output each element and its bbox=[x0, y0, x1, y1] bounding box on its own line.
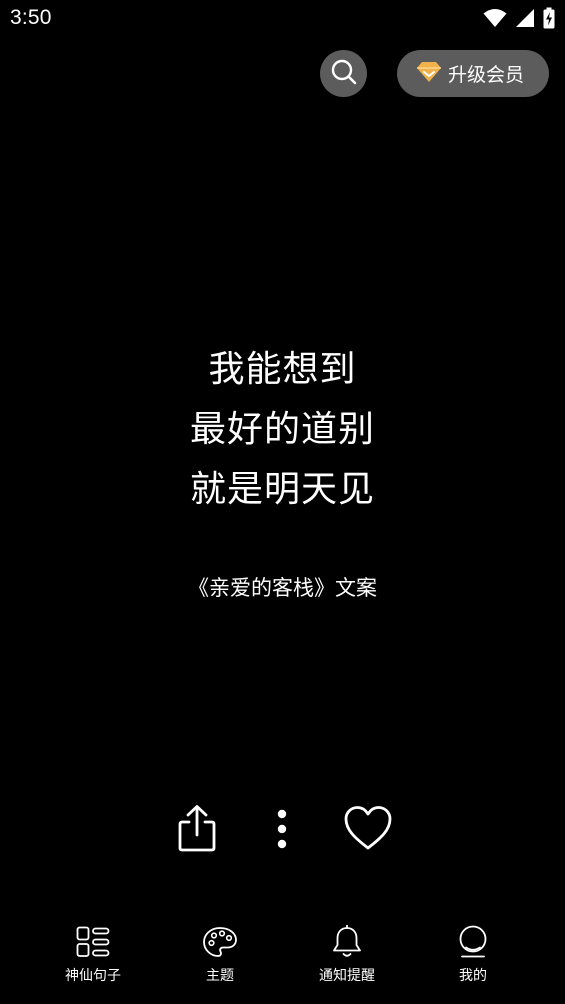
share-icon bbox=[175, 804, 219, 856]
quote-text: 我能想到 最好的道别 就是明天见 bbox=[0, 340, 565, 520]
upgrade-vip-label: 升级会员 bbox=[448, 64, 525, 86]
quote-source: 《亲爱的客栈》文案 bbox=[188, 576, 377, 600]
nav-label: 神仙句子 bbox=[65, 968, 121, 984]
heart-icon bbox=[343, 805, 393, 855]
nav-item-notifications[interactable]: 通知提醒 bbox=[297, 923, 397, 989]
nav-item-profile[interactable]: 我的 bbox=[423, 923, 523, 989]
quote-line: 最好的道别 bbox=[189, 409, 375, 450]
status-time: 3:50 bbox=[10, 6, 52, 29]
more-button[interactable] bbox=[268, 806, 296, 856]
status-icons bbox=[483, 7, 555, 29]
profile-icon bbox=[457, 923, 489, 961]
nav-label: 通知提醒 bbox=[319, 968, 375, 984]
upgrade-vip-button[interactable]: 升级会员 bbox=[397, 50, 549, 97]
cell-signal-icon bbox=[515, 8, 535, 28]
share-button[interactable] bbox=[172, 804, 222, 856]
palette-icon bbox=[202, 923, 238, 961]
nav-label: 我的 bbox=[459, 968, 487, 984]
search-icon bbox=[330, 58, 358, 90]
nav-item-sentences[interactable]: 神仙句子 bbox=[43, 923, 143, 989]
app-screen: 3:50 升级会员 我能想到 最好的道别 就是明天见 《亲爱的客栈》文案 神仙句… bbox=[0, 0, 565, 1004]
wifi-icon bbox=[483, 8, 507, 28]
status-bar: 3:50 bbox=[0, 0, 565, 38]
diamond-icon bbox=[416, 61, 442, 87]
more-vertical-icon bbox=[276, 809, 288, 853]
quote-line: 就是明天见 bbox=[189, 469, 375, 510]
nav-item-themes[interactable]: 主题 bbox=[170, 923, 270, 989]
nav-label: 主题 bbox=[206, 968, 234, 984]
list-grid-icon bbox=[76, 923, 110, 961]
bell-icon bbox=[331, 923, 363, 961]
bottom-nav: 神仙句子 主题 通知提醒 我的 bbox=[0, 915, 565, 1004]
like-button[interactable] bbox=[340, 804, 396, 856]
battery-charging-icon bbox=[543, 7, 555, 29]
quote-line: 我能想到 bbox=[208, 349, 357, 390]
search-button[interactable] bbox=[320, 50, 367, 97]
